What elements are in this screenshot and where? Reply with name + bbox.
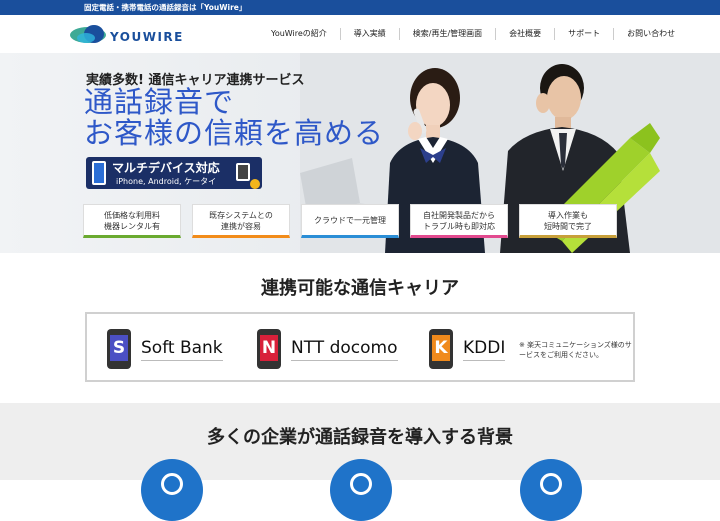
- feature-line: クラウドで一元管理: [314, 216, 386, 225]
- carrier-name: Soft Bank: [141, 338, 223, 361]
- feature-integration[interactable]: 既存システムとの 連携が容易: [192, 204, 290, 238]
- carrier-letter: S: [110, 335, 128, 361]
- hero-banner: 実績多数! 通信キャリア連携サービス 通話録音で お客様の信頼を高める マルチデ…: [0, 53, 720, 253]
- feature-line: 機器レンタル有: [104, 222, 160, 231]
- document-circle-icon: [330, 459, 392, 521]
- feature-line: 連携が容易: [221, 222, 261, 231]
- background-heading: 多くの企業が通話録音を導入する背景: [207, 427, 513, 448]
- carriers-box: S Soft Bank N NTT docomo K KDDI ※ 楽天コミュニ…: [85, 312, 635, 382]
- nav-item-admin[interactable]: 検索/再生/管理画面: [398, 28, 495, 40]
- feature-line: トラブル時も即対応: [423, 222, 495, 231]
- badge-title: マルチデバイス対応: [112, 161, 220, 175]
- arrow-right-icon: [250, 179, 260, 189]
- background-section: 多くの企業が通話録音を導入する背景: [0, 403, 720, 521]
- carrier-note: ※ 楽天コミュニケーションズ様のサービスをご利用ください。: [519, 341, 632, 359]
- phone-icon: N: [257, 329, 281, 369]
- carrier-letter: K: [432, 335, 450, 361]
- feature-in-house[interactable]: 自社開発製品だから トラブル時も即対応: [410, 204, 508, 238]
- topbar: 固定電話・携帯電話の通話録音は「YouWire」: [0, 0, 720, 15]
- feature-line: 自社開発製品だから: [423, 211, 495, 220]
- feature-line: 短時間で完了: [544, 222, 592, 231]
- hero-title: 通話録音で お客様の信頼を高める: [84, 87, 384, 149]
- carrier-softbank[interactable]: S Soft Bank: [107, 328, 223, 370]
- feature-list: 低価格な利用料 機器レンタル有 既存システムとの 連携が容易 クラウドで一元管理…: [83, 204, 617, 238]
- carrier-name: KDDI: [463, 338, 506, 361]
- carrier-name: NTT docomo: [291, 338, 398, 361]
- nav-item-contact[interactable]: お問い合わせ: [613, 28, 688, 40]
- circle-inner: [540, 473, 562, 495]
- nav-item-company[interactable]: 会社概要: [495, 28, 554, 40]
- topbar-text: 固定電話・携帯電話の通話録音は「YouWire」: [84, 3, 247, 12]
- nav-item-intro[interactable]: YouWireの紹介: [258, 28, 340, 40]
- carrier-docomo[interactable]: N NTT docomo: [257, 328, 398, 370]
- feature-quick-setup[interactable]: 導入作業も 短時間で完了: [519, 204, 617, 238]
- feature-line: 導入作業も: [548, 211, 588, 220]
- nav-item-support[interactable]: サポート: [554, 28, 613, 40]
- feature-low-cost[interactable]: 低価格な利用料 機器レンタル有: [83, 204, 181, 238]
- carriers-heading: 連携可能な通信キャリア: [261, 278, 459, 299]
- badge-subtitle: iPhone, Android, ケータイ: [116, 177, 217, 186]
- youwire-logo[interactable]: YOUWIRE: [68, 20, 208, 50]
- hero-title-line1: 通話録音で: [84, 85, 235, 119]
- carrier-letter: N: [260, 335, 278, 361]
- feature-phone-icon: [236, 163, 250, 181]
- carrier-kddi[interactable]: K KDDI: [429, 328, 506, 370]
- phone-icon: S: [107, 329, 131, 369]
- circle-inner: [161, 473, 183, 495]
- site-header: YOUWIRE YouWireの紹介 導入実績 検索/再生/管理画面 会社概要 …: [0, 15, 720, 53]
- main-nav: YouWireの紹介 導入実績 検索/再生/管理画面 会社概要 サポート お問い…: [258, 15, 688, 53]
- feature-line: 低価格な利用料: [104, 211, 160, 220]
- audio-circle-icon: [520, 459, 582, 521]
- feature-cloud[interactable]: クラウドで一元管理: [301, 204, 399, 238]
- logo-text: YOUWIRE: [109, 30, 184, 44]
- smartphone-icon: [92, 161, 106, 185]
- circle-inner: [350, 473, 372, 495]
- feature-line: 既存システムとの: [209, 211, 273, 220]
- nav-item-cases[interactable]: 導入実績: [339, 28, 399, 40]
- phone-icon: K: [429, 329, 453, 369]
- hero-title-line2: お客様の信頼を高める: [84, 116, 385, 150]
- multi-device-badge[interactable]: マルチデバイス対応 iPhone, Android, ケータイ: [86, 157, 262, 189]
- phone-circle-icon: [141, 459, 203, 521]
